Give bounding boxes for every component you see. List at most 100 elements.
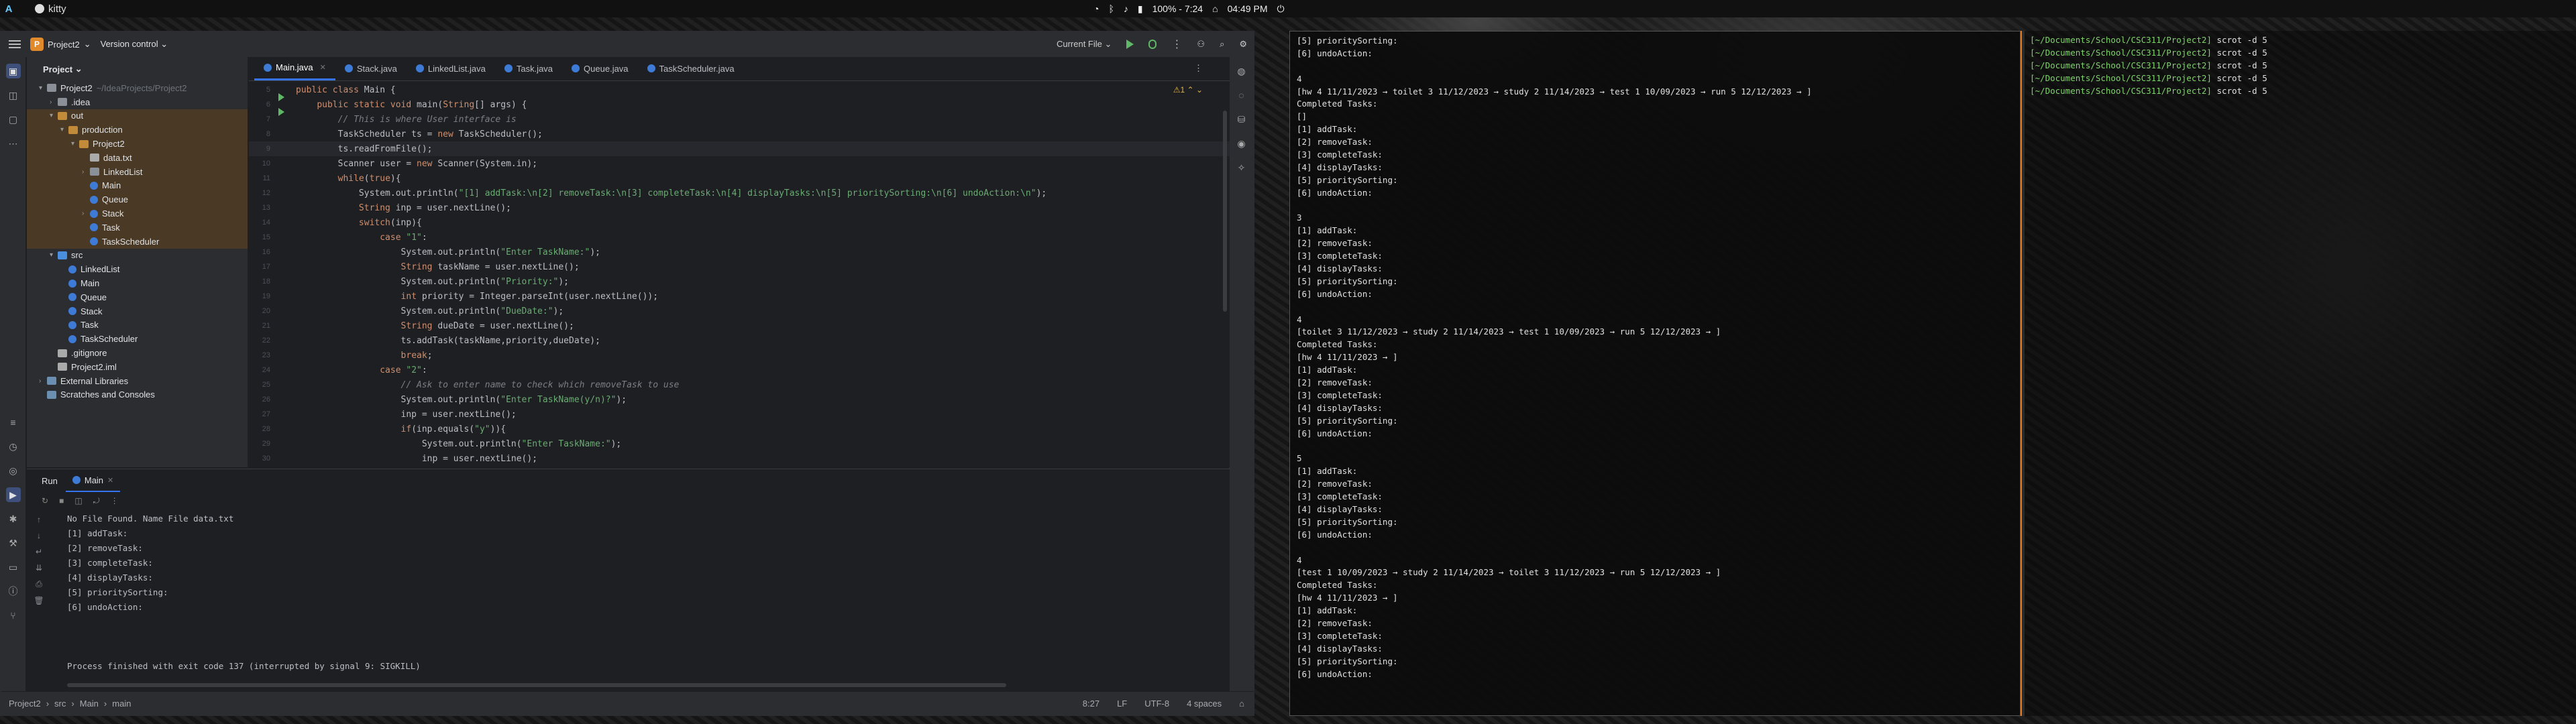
scroll-end-icon[interactable]: ⇊ [36,563,42,572]
code-line[interactable]: 10 Scanner user = new Scanner(System.in)… [249,156,1230,171]
power-icon[interactable]: ⏻ [1277,3,1285,15]
tree-item[interactable]: Main [27,276,248,290]
code-line[interactable]: 14 switch(inp){ [249,215,1230,230]
code-line[interactable]: 21 String dueDate = user.nextLine(); [249,318,1230,333]
tree-item[interactable]: ▾ out [27,109,248,123]
run-gutter-icon[interactable] [278,108,284,116]
ai-assistant-icon[interactable]: ◌ [1234,88,1249,103]
code-line[interactable]: 23 break; [249,348,1230,363]
tabs-more-icon[interactable]: ⋮ [1185,56,1230,80]
editor-tab[interactable]: Task.java [495,56,562,80]
run-console[interactable]: No File Found. Name File data.txt [1] add… [67,514,421,676]
main-menu-icon[interactable] [9,40,21,48]
tree-item[interactable]: › .idea [27,95,248,109]
tree-item[interactable]: TaskScheduler [27,234,248,249]
tree-item[interactable]: data.txt [27,150,248,165]
chevron-icon[interactable]: › [82,210,90,217]
chevron-icon[interactable]: › [50,99,58,106]
chevron-icon[interactable]: ▾ [50,112,58,119]
tree-item[interactable]: ▾ Project2 [27,137,248,151]
run-config-selector[interactable]: Current File ⌄ [1057,39,1112,50]
run-tool-icon[interactable]: ▶ [5,487,21,502]
chevron-icon[interactable]: › [82,168,90,176]
terminal-shell[interactable]: [~/Documents/School/CSC311/Project2] scr… [2025,31,2576,716]
code-line[interactable]: 8 TaskScheduler ts = new TaskScheduler()… [249,127,1230,141]
indent-setting[interactable]: 4 spaces [1187,699,1222,709]
notifications-icon[interactable]: ◍ [1234,64,1249,78]
project-tool-icon[interactable]: ▣ [5,64,21,78]
rerun-icon[interactable]: ↻ [42,496,48,505]
chevron-icon[interactable]: ▾ [71,140,79,147]
code-line[interactable]: 18 System.out.println("Priority:"); [249,274,1230,289]
terminal-icon[interactable]: ▭ [6,560,21,575]
workspace-indicator[interactable]: A [0,0,17,17]
terminal-output[interactable]: [5] prioritySorting: [6] undoAction: 4 [hw … [1289,31,2021,716]
tree-item[interactable]: Project2.iml [27,360,248,374]
print-icon[interactable]: ⎙ [36,579,42,589]
project-panel-header[interactable]: Project ⌄ [27,57,248,81]
copilot-icon[interactable]: ✧ [1234,160,1249,175]
editor-tab[interactable]: Main.java ✕ [254,56,335,80]
gradle-icon[interactable]: ◉ [1234,136,1249,151]
code-line[interactable]: 25 // Ask to enter name to check which r… [249,377,1230,392]
breadcrumb-item[interactable]: Main [80,699,99,709]
lock-icon[interactable]: ⌂ [1212,3,1218,14]
tree-item[interactable]: ▾ src [27,249,248,263]
editor-tab[interactable]: Stack.java [335,56,407,80]
wifi-icon[interactable]: ◔ [1093,3,1099,14]
tree-item[interactable]: Queue [27,192,248,207]
bluetooth-icon[interactable]: ᛒ [1108,3,1114,14]
code-line[interactable]: 22 ts.addTask(taskName,priority,dueDate)… [249,333,1230,348]
tree-item[interactable]: ▾ production [27,123,248,137]
build-icon[interactable]: ⚒ [6,536,21,550]
commit-tool-icon[interactable]: ◫ [6,88,21,103]
run-gutter-icon[interactable] [278,93,284,101]
problems-icon[interactable]: ⓘ [6,584,21,599]
code-line[interactable]: 13 String inp = user.nextLine(); [249,200,1230,215]
code-line[interactable]: 15 case "1": [249,230,1230,245]
code-line[interactable]: 11 while(true){ [249,171,1230,186]
line-separator[interactable]: LF [1117,699,1127,709]
breadcrumb-item[interactable]: src [54,699,66,709]
code-line[interactable]: 27 inp = user.nextLine(); [249,407,1230,422]
chevron-icon[interactable]: ▾ [39,84,47,92]
services-icon[interactable]: ◷ [6,439,21,454]
editor-tab[interactable]: TaskScheduler.java [638,56,744,80]
code-line[interactable]: 16 System.out.println("Enter TaskName:")… [249,245,1230,259]
run-icon[interactable] [1126,40,1134,49]
code-line[interactable]: 5 public class Main { [249,82,1230,101]
tree-item[interactable]: Task [27,318,248,333]
editor-tab[interactable]: Queue.java [562,56,638,80]
code-line[interactable]: 26 System.out.println("Enter TaskName(y/… [249,392,1230,407]
search-icon[interactable]: ⌕ [1220,39,1224,50]
tree-item[interactable]: › LinkedList [27,164,248,179]
tree-item[interactable]: LinkedList [27,262,248,276]
git-icon[interactable]: ⑂ [6,608,21,623]
project-switcher[interactable]: P Project2 ⌄ [30,38,91,51]
code-line[interactable]: 24 case "2": [249,363,1230,377]
vcs-widget[interactable]: Version control ⌄ [101,39,168,50]
code-line[interactable]: 12 System.out.println("[1] addTask:\n[2]… [249,186,1230,200]
more-tools-icon[interactable]: ⋯ [6,136,21,151]
structure-icon[interactable]: ≡ [6,415,21,430]
soft-wrap-icon[interactable]: ↵ [36,547,42,556]
editor-tab[interactable]: LinkedList.java [407,56,495,80]
tree-item[interactable]: ▾ Project2 ~/IdeaProjects/Project2 [27,81,248,95]
lock-icon[interactable]: ⌂ [1239,699,1244,709]
console-scrollbar[interactable] [67,683,1006,687]
down-icon[interactable]: ↓ [37,531,41,540]
trash-icon[interactable]: 🗑 [34,596,44,605]
code-line[interactable]: 30 inp = user.nextLine(); [249,451,1230,466]
chevron-icon[interactable]: ▾ [60,126,68,133]
stop-icon[interactable]: ■ [59,496,64,505]
tree-item[interactable]: › External Libraries [27,374,248,388]
caret-position[interactable]: 8:27 [1083,699,1099,709]
debug-icon[interactable] [1148,40,1157,49]
database-icon[interactable]: ⛁ [1234,112,1249,127]
code-line[interactable]: 9 ts.readFromFile(); [249,141,1230,156]
code-line[interactable]: 19 int priority = Integer.parseInt(user.… [249,289,1230,304]
tree-item[interactable]: Scratches and Consoles [27,388,248,402]
code-line[interactable]: 20 System.out.println("DueDate:"); [249,304,1230,318]
tree-item[interactable]: .gitignore [27,346,248,360]
volume-icon[interactable]: ♪ [1124,3,1128,14]
